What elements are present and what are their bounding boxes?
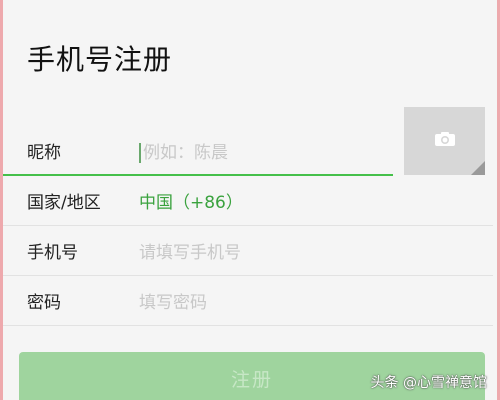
password-row[interactable]: 密码 填写密码 xyxy=(3,276,493,326)
country-value[interactable]: 中国（+86） xyxy=(139,188,243,213)
corner-indicator-icon xyxy=(471,161,485,175)
nickname-input[interactable]: 例如：陈晨 xyxy=(139,138,228,163)
nickname-label: 昵称 xyxy=(27,142,61,163)
text-caret xyxy=(139,142,141,163)
country-label: 国家/地区 xyxy=(27,193,101,213)
watermark: 头条 @心雪禅意馆 xyxy=(370,375,487,391)
phone-row[interactable]: 手机号 请填写手机号 xyxy=(3,226,493,276)
phone-input[interactable]: 请填写手机号 xyxy=(139,238,241,263)
nickname-placeholder: 例如：陈晨 xyxy=(143,142,228,163)
password-input[interactable]: 填写密码 xyxy=(139,288,207,313)
country-row[interactable]: 国家/地区 中国（+86） xyxy=(3,176,493,226)
camera-icon xyxy=(434,131,456,151)
password-label: 密码 xyxy=(27,293,61,313)
page-title: 手机号注册 xyxy=(27,43,173,76)
nickname-row[interactable]: 昵称 例如：陈晨 xyxy=(3,126,393,176)
phone-label: 手机号 xyxy=(27,243,78,263)
register-page: 手机号注册 昵称 例如：陈晨 国家/地区 中国（+86） 手机号 请填写手机号 … xyxy=(0,0,500,400)
avatar-picker[interactable] xyxy=(404,107,485,175)
